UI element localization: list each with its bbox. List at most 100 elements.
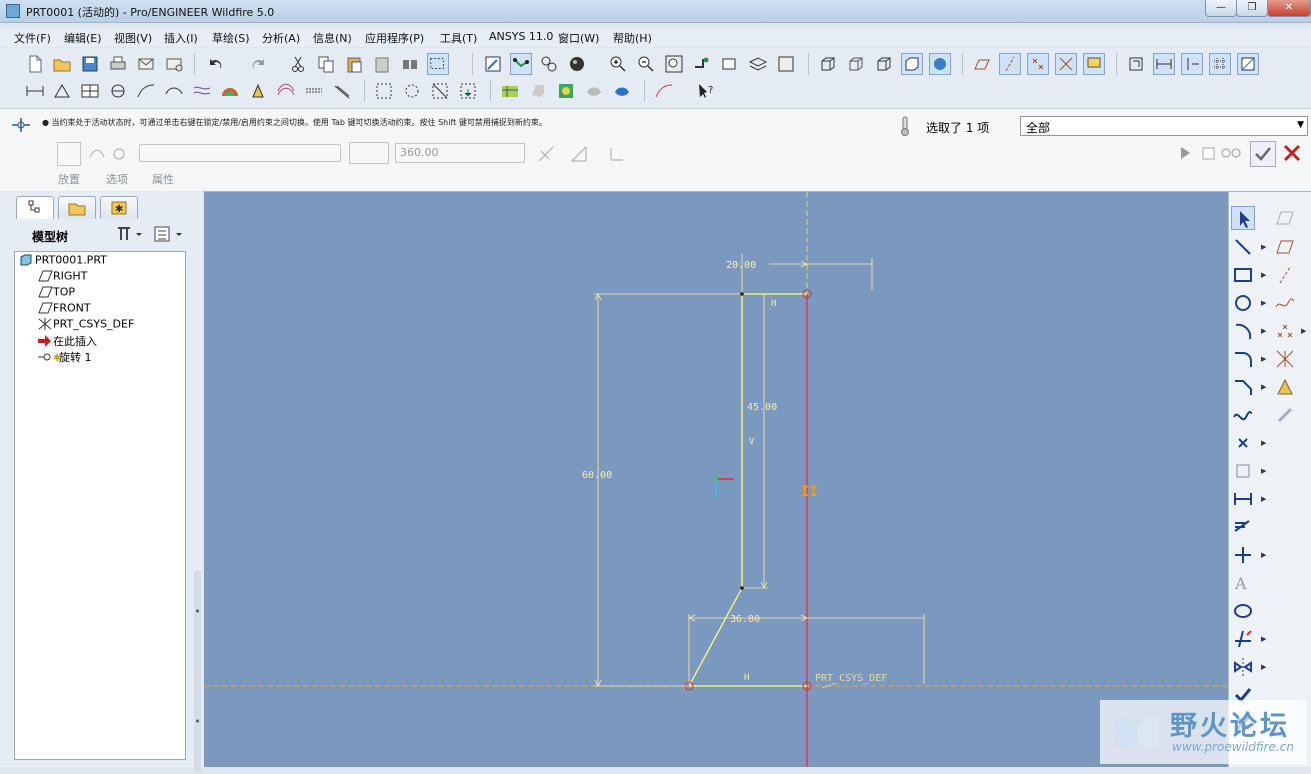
ansys-mesh-icon[interactable] xyxy=(499,80,521,102)
select-chain-icon[interactable] xyxy=(401,80,423,102)
plane-tool-icon[interactable] xyxy=(1273,235,1297,259)
tree-item-part[interactable]: PRT0001.PRT xyxy=(19,253,107,269)
reflection-analysis-icon[interactable] xyxy=(191,80,213,102)
show-constraints-icon[interactable] xyxy=(1181,53,1203,75)
expand-arrow-icon[interactable]: ▶ xyxy=(1261,355,1266,363)
constraint-vertical[interactable]: V xyxy=(749,437,755,447)
ansys-workbench-icon[interactable] xyxy=(611,80,633,102)
axis-collector-field[interactable] xyxy=(139,144,341,162)
axis-select-icon[interactable] xyxy=(110,145,128,166)
paste-icon[interactable] xyxy=(343,53,365,75)
preview-checkbox-icon[interactable] xyxy=(1202,145,1216,164)
select-filter-icon[interactable] xyxy=(457,80,479,102)
constraint-parallel[interactable]: II xyxy=(801,484,818,500)
tab-favorites[interactable]: ✱ xyxy=(100,196,138,219)
sketch-references-icon[interactable] xyxy=(510,53,532,75)
paste-special-icon[interactable] xyxy=(371,53,393,75)
layers-icon[interactable] xyxy=(747,53,769,75)
menu-ansys[interactable]: ANSYS 11.0 xyxy=(489,30,553,43)
revolve-feature-icon[interactable] xyxy=(653,80,675,102)
dim-height-total-label[interactable]: 60.00 xyxy=(582,470,612,481)
send-mail-icon[interactable] xyxy=(135,53,157,75)
tab-properties[interactable]: 属性 xyxy=(152,171,174,187)
use-edge-icon[interactable] xyxy=(1231,459,1255,483)
menu-analysis[interactable]: 分析(A) xyxy=(262,30,300,46)
modify-tool-icon[interactable] xyxy=(1231,515,1255,539)
expand-arrow-icon[interactable]: ▶ xyxy=(1261,299,1266,307)
solid-type-button[interactable] xyxy=(57,142,81,166)
expand-arrow-icon[interactable]: ▶ xyxy=(1261,327,1266,335)
sketch-point-icon[interactable] xyxy=(1231,431,1255,455)
dim-height-upper[interactable] xyxy=(744,294,768,589)
menu-edit[interactable]: 编辑(E) xyxy=(64,30,102,46)
tree-item-insert-here[interactable]: 在此插入 xyxy=(37,333,97,349)
menu-applications[interactable]: 应用程序(P) xyxy=(365,30,424,46)
selection-box-icon[interactable] xyxy=(427,53,449,75)
refit-icon[interactable] xyxy=(663,53,685,75)
dimension-tool-icon[interactable] xyxy=(1231,487,1255,511)
expand-arrow-icon[interactable]: ▶ xyxy=(1261,551,1266,559)
tree-item-top[interactable]: TOP xyxy=(37,285,75,301)
sketch-diagnostic-icon[interactable] xyxy=(538,53,560,75)
expand-arrow-icon[interactable]: ▶ xyxy=(1261,663,1266,671)
tab-folder-browser[interactable] xyxy=(58,196,96,219)
show-grid-icon[interactable] xyxy=(1209,53,1231,75)
minimize-button[interactable]: — xyxy=(1205,0,1237,17)
constraint-tool-icon[interactable] xyxy=(1231,543,1255,567)
offset-analysis-icon[interactable] xyxy=(303,80,325,102)
zoom-out-icon[interactable] xyxy=(635,53,657,75)
dim-height-upper-label[interactable]: 45.00 xyxy=(747,402,777,413)
point-tool-icon[interactable] xyxy=(1273,319,1297,343)
trim-tool-icon[interactable] xyxy=(1231,627,1255,651)
wireframe-icon[interactable] xyxy=(817,53,839,75)
arc-tool-icon[interactable] xyxy=(1231,319,1255,343)
sketch-slanted-line[interactable] xyxy=(688,587,743,687)
reorient-icon[interactable] xyxy=(691,53,713,75)
slope-analysis-icon[interactable] xyxy=(275,80,297,102)
tab-placement[interactable]: 放置 xyxy=(58,171,80,187)
tab-options[interactable]: 选项 xyxy=(106,171,128,187)
chamfer-tool-icon[interactable] xyxy=(1231,375,1255,399)
hidden-line-icon[interactable] xyxy=(845,53,867,75)
menu-help[interactable]: 帮助(H) xyxy=(613,30,652,46)
tree-settings-icon[interactable] xyxy=(114,224,144,247)
menu-sketch[interactable]: 草绘(S) xyxy=(212,30,250,46)
deviation-analysis-icon[interactable] xyxy=(331,80,353,102)
rectangle-tool-icon[interactable] xyxy=(1231,263,1255,287)
dim-bottom-width-label[interactable]: 36.00 xyxy=(730,614,760,625)
distance-measure-icon[interactable] xyxy=(24,80,46,102)
regenerate-icon[interactable] xyxy=(399,53,421,75)
sketch-vertex[interactable] xyxy=(740,292,744,296)
curve-tool-icon[interactable] xyxy=(1273,291,1297,315)
angle-input[interactable]: 360.00 xyxy=(395,143,525,163)
sketch-canvas[interactable]: 20.00 60.00 45.00 36.00 H V H II PRT_CSY… xyxy=(204,192,1228,767)
view-manager-icon[interactable] xyxy=(775,53,797,75)
angle-type-dropdown[interactable] xyxy=(349,142,389,164)
undo-icon[interactable] xyxy=(205,53,227,75)
menu-file[interactable]: 文件(F) xyxy=(14,30,51,46)
print-icon[interactable] xyxy=(107,53,129,75)
curvature-analysis-icon[interactable] xyxy=(219,80,241,102)
spline-tool-icon[interactable] xyxy=(1231,403,1255,427)
dim-height-total[interactable] xyxy=(594,293,740,687)
new-file-icon[interactable] xyxy=(24,53,46,75)
menu-tools[interactable]: 工具(T) xyxy=(440,30,477,46)
fillet-tool-icon[interactable] xyxy=(1231,347,1255,371)
expand-arrow-icon[interactable]: ▶ xyxy=(1301,327,1306,335)
tab-model-tree[interactable] xyxy=(16,196,54,219)
enhanced-realism-icon[interactable] xyxy=(929,53,951,75)
no-hidden-icon[interactable] xyxy=(873,53,895,75)
link-tool-icon[interactable] xyxy=(1273,403,1297,427)
menu-insert[interactable]: 插入(I) xyxy=(164,30,198,46)
ansys-gray-icon[interactable] xyxy=(527,80,549,102)
constraint-horizontal-top[interactable]: H xyxy=(771,299,776,309)
expand-arrow-icon[interactable]: ▶ xyxy=(1261,271,1266,279)
palette-icon[interactable] xyxy=(1273,206,1297,230)
tree-item-right[interactable]: RIGHT xyxy=(37,269,87,285)
text-tool-icon[interactable]: A xyxy=(1231,571,1255,595)
ansys-solve-icon[interactable] xyxy=(583,80,605,102)
mirror-tool-icon[interactable] xyxy=(1231,655,1255,679)
selection-filter-dropdown[interactable]: 全部 ▼ xyxy=(1020,116,1308,136)
show-vertices-icon[interactable] xyxy=(1237,53,1259,75)
expand-arrow-icon[interactable]: ▶ xyxy=(1261,495,1266,503)
